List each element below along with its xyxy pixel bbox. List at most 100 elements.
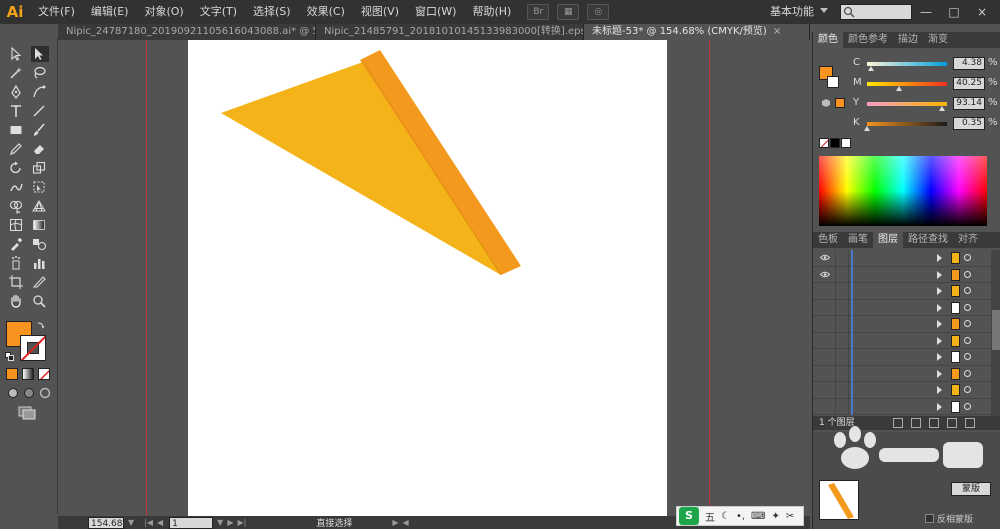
magic-wand-tool-icon[interactable] [8,65,26,81]
lock-toggle[interactable] [835,365,849,382]
expand-triangle-icon[interactable] [937,320,942,328]
channel-value-field[interactable]: 0.35 [953,117,985,130]
vertical-guide[interactable] [709,40,710,516]
black-swatch[interactable] [830,138,840,148]
document-tab[interactable]: Nipic_21485791_20181010145133983000[转换].… [316,24,584,40]
eyedropper-tool-icon[interactable] [8,236,26,252]
invert-mask-checkbox[interactable] [925,514,934,523]
channel-value-field[interactable]: 4.38 [953,57,985,70]
rectangle-tool-icon[interactable] [8,122,26,138]
scrollbar-thumb[interactable] [992,310,1000,350]
column-graph-tool-icon[interactable] [31,255,49,271]
menu-object[interactable]: 对象(O) [136,0,191,24]
expand-triangle-icon[interactable] [937,386,942,394]
layer-row[interactable] [813,382,991,399]
delete-layer-icon[interactable] [965,418,975,428]
tab-pathfinder[interactable]: 路径查找 [903,232,953,248]
channel-slider[interactable] [867,82,947,86]
eye-icon[interactable] [820,271,830,278]
stroke-color-swatch[interactable] [20,335,46,361]
triangle-shape[interactable] [221,62,501,275]
zoom-level-field[interactable]: 154.68 [88,516,124,529]
slice-tool-icon[interactable] [31,274,49,290]
expand-triangle-icon[interactable] [937,369,942,378]
next-artboard-icon[interactable]: ▶ [227,518,233,527]
target-circle-icon[interactable] [964,353,971,360]
lock-toggle[interactable] [835,332,849,349]
layers-scrollbar[interactable] [991,250,1000,416]
hand-tool-icon[interactable] [8,293,26,309]
new-layer-icon[interactable] [947,418,957,428]
channel-slider[interactable] [867,62,947,66]
layer-row[interactable] [813,332,991,349]
layer-row[interactable] [813,398,991,415]
pencil-tool-icon[interactable] [8,141,26,157]
menu-file[interactable]: 文件(F) [30,0,83,24]
arrange-documents-icon[interactable]: ▦ [557,4,580,20]
target-circle-icon[interactable] [964,369,971,377]
chevron-down-icon[interactable] [820,8,828,13]
tab-color-guide[interactable]: 颜色参考 [843,32,893,48]
layer-row[interactable] [813,299,991,316]
blend-tool-icon[interactable] [31,236,49,252]
artboard-number-field[interactable]: 1 [169,516,214,529]
lasso-tool-icon[interactable] [31,65,49,81]
slider-thumb[interactable] [867,66,874,71]
shape-builder-tool-icon[interactable] [8,198,26,215]
type-tool-icon[interactable] [8,103,26,119]
menu-help[interactable]: 帮助(H) [464,0,519,24]
lock-toggle[interactable] [835,382,849,398]
menu-type[interactable]: 文字(T) [192,0,245,24]
warp-tool-icon[interactable] [8,179,26,195]
tab-layers[interactable]: 图层 [873,232,903,248]
expand-triangle-icon[interactable] [937,336,942,345]
lock-toggle[interactable] [835,299,849,316]
expand-triangle-icon[interactable] [937,353,942,361]
target-circle-icon[interactable] [964,287,971,294]
channel-value-field[interactable]: 93.14 [953,97,985,110]
punctuation-icon[interactable]: •, [736,511,745,522]
slider-thumb[interactable] [938,106,945,111]
target-circle-icon[interactable] [964,336,971,344]
new-sublayer-icon[interactable] [929,418,939,428]
mesh-tool-icon[interactable] [8,217,26,233]
workspace-switcher[interactable]: 基本功能 [770,0,814,24]
locate-object-icon[interactable] [893,418,903,428]
tab-brushes[interactable]: 画笔 [843,232,873,248]
draw-inside-icon[interactable] [38,387,52,399]
eye-icon[interactable] [820,254,830,261]
target-circle-icon[interactable] [964,320,971,327]
perspective-grid-tool-icon[interactable] [31,198,49,214]
rotate-tool-icon[interactable] [8,160,26,176]
status-menu-arrow-icon[interactable]: ▶ [392,518,398,527]
document-tab-active[interactable]: 未标题-53* @ 154.68% (CMYK/预览) × [584,24,810,40]
web-safe-swatch[interactable] [835,98,845,108]
expand-triangle-icon[interactable] [937,287,942,295]
scroll-left-icon[interactable]: ◀ [403,518,409,527]
artboard-tool-icon[interactable] [8,274,26,290]
chevron-down-icon[interactable]: ▼ [128,518,134,527]
screen-mode-icon[interactable] [18,406,36,420]
moon-icon[interactable]: ☾ [721,511,730,522]
minimize-button[interactable]: — [916,4,936,20]
expand-triangle-icon[interactable] [937,254,942,262]
sogou-logo[interactable]: S [679,507,699,525]
layer-row[interactable] [813,349,991,366]
lock-toggle[interactable] [835,398,849,415]
settings-icon[interactable]: ✦ [771,511,779,522]
draw-normal-icon[interactable] [6,387,20,399]
close-tab-icon[interactable]: × [773,26,781,37]
lock-toggle[interactable] [835,250,849,266]
zoom-tool-icon[interactable] [31,293,49,309]
tab-color[interactable]: 颜色 [813,32,843,48]
layer-row[interactable] [813,250,991,267]
selection-tool-icon[interactable] [8,46,26,62]
target-circle-icon[interactable] [964,254,971,261]
lock-toggle[interactable] [835,316,849,332]
object-thumbnail[interactable] [819,480,859,520]
tab-align[interactable]: 对齐 [953,232,983,248]
default-colors-icon[interactable] [5,351,14,361]
channel-value-field[interactable]: 40.25 [953,77,985,90]
symbol-sprayer-tool-icon[interactable] [8,255,26,271]
none-swatch[interactable] [819,138,829,148]
